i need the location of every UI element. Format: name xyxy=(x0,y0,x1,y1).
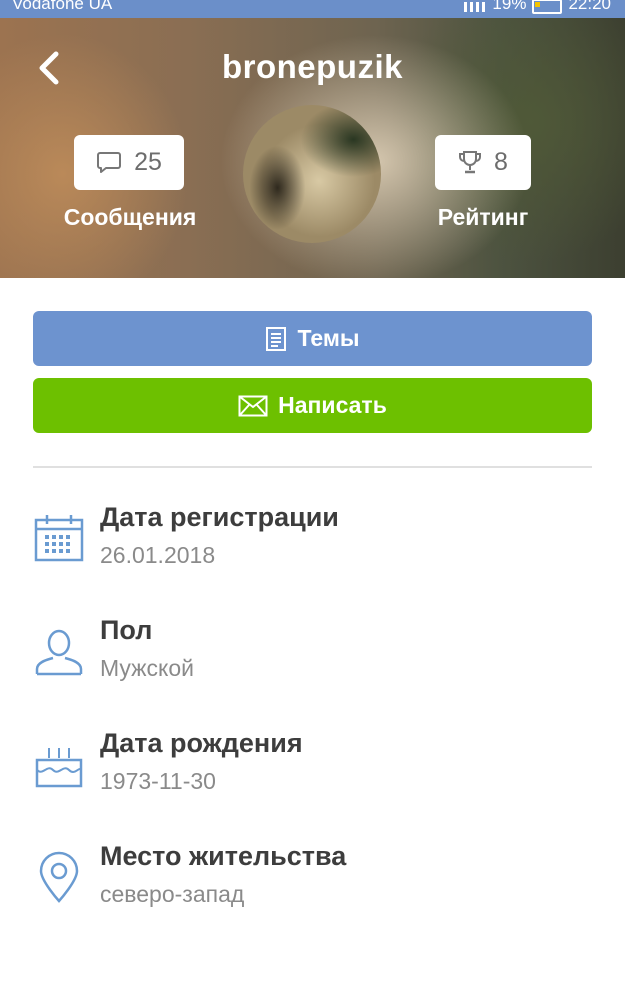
carrier-name: Vodafone UA xyxy=(12,0,113,13)
status-bar: Vodafone UA 19% 22:20 xyxy=(0,0,625,18)
gender-row: Пол Мужской xyxy=(33,615,592,705)
rating-count: 8 xyxy=(494,148,508,176)
write-button-label: Написать xyxy=(278,392,387,418)
profile-username: bronepuzik xyxy=(221,48,403,85)
info-title: Место жительства xyxy=(100,841,347,871)
status-right: 19% 22:20 xyxy=(464,0,611,14)
info-title: Пол xyxy=(100,615,153,645)
birth-date-row: Дата рождения 1973-11-30 xyxy=(33,728,592,818)
birthday-cake-icon xyxy=(35,748,83,788)
speech-bubble-icon xyxy=(97,151,122,173)
registration-date-row: Дата регистрации 26.01.2018 xyxy=(33,502,592,592)
messages-label: Сообщения xyxy=(63,204,197,230)
user-icon xyxy=(35,629,83,676)
rating-stat-button[interactable]: 8 xyxy=(435,135,531,190)
info-title: Дата регистрации xyxy=(100,502,339,532)
topics-button-label: Темы xyxy=(297,325,360,351)
topics-button[interactable]: Темы xyxy=(33,311,592,366)
battery-icon xyxy=(532,0,563,14)
location-row: Место жительства северо-запад xyxy=(33,841,592,931)
info-title: Дата рождения xyxy=(100,728,303,758)
envelope-icon xyxy=(238,395,268,416)
messages-count: 25 xyxy=(134,148,162,176)
info-value: северо-запад xyxy=(100,881,245,907)
document-icon xyxy=(266,326,287,351)
location-pin-icon xyxy=(39,851,79,903)
profile-header: bronepuzik 25 Сообщения 8 Рейтинг xyxy=(0,18,625,278)
calendar-icon xyxy=(34,515,84,562)
signal-icon xyxy=(464,2,487,12)
divider xyxy=(33,466,592,468)
rating-label: Рейтинг xyxy=(437,204,529,230)
info-value: Мужской xyxy=(100,655,195,681)
info-value: 1973-11-30 xyxy=(100,768,216,794)
write-message-button[interactable]: Написать xyxy=(33,378,592,433)
clock: 22:20 xyxy=(568,0,611,13)
battery-percent: 19% xyxy=(492,0,527,13)
avatar[interactable] xyxy=(243,105,381,243)
messages-stat-button[interactable]: 25 xyxy=(74,135,184,190)
info-value: 26.01.2018 xyxy=(100,542,216,568)
trophy-icon xyxy=(459,150,482,173)
